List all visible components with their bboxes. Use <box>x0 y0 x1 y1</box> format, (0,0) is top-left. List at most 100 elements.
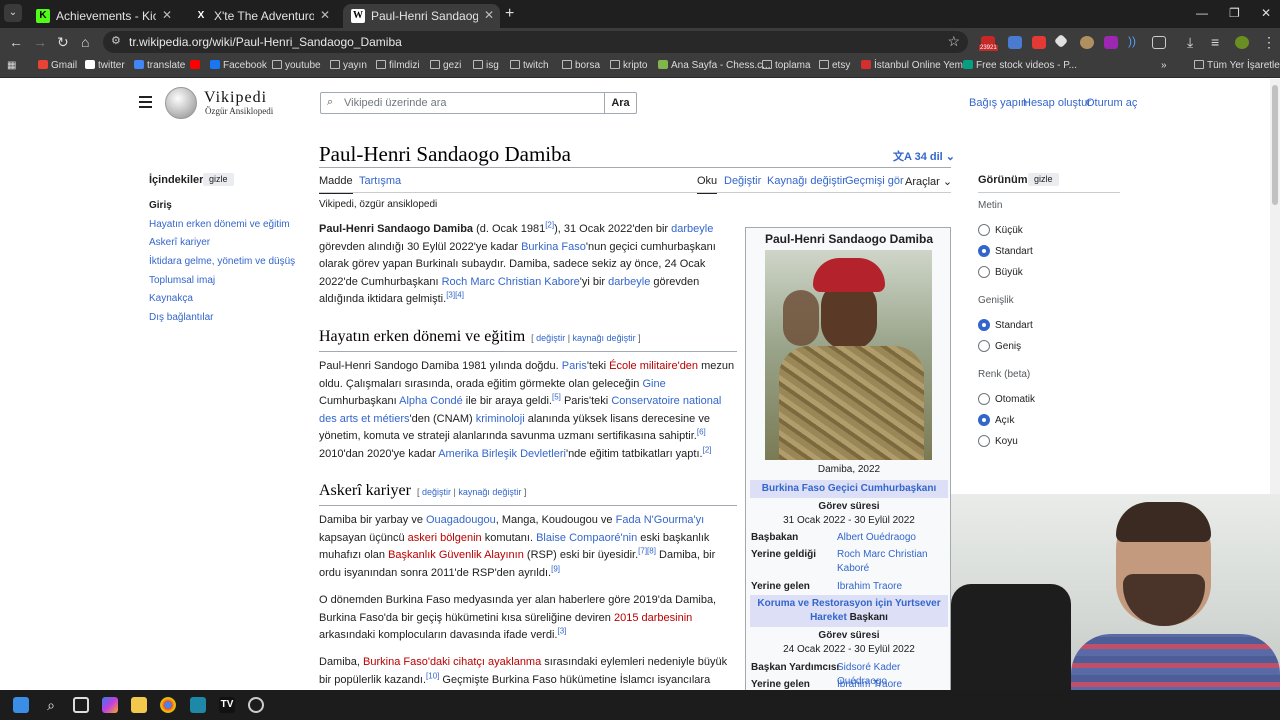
downloads-icon[interactable]: ⤓ <box>1187 34 1193 51</box>
windows-start-icon[interactable] <box>13 697 29 713</box>
diamond-extension-icon[interactable] <box>1053 33 1069 49</box>
chrome-icon[interactable] <box>160 697 176 713</box>
tab-search-icon[interactable]: ⌄ <box>4 4 22 22</box>
logo-title[interactable]: Vikipedi <box>204 89 267 107</box>
bookmark-filmdizi[interactable]: filmdizi <box>376 60 420 71</box>
extensions-puzzle-icon[interactable] <box>1152 36 1166 49</box>
translate-extension-icon[interactable] <box>1008 36 1022 49</box>
reload-icon[interactable]: ↻ <box>57 34 69 51</box>
toc-item[interactable]: İktidara gelme, yönetim ve düşüş <box>149 256 295 267</box>
apps-grid-icon[interactable]: ▦ <box>7 60 16 71</box>
tab-edit[interactable]: Değiştir <box>724 175 761 187</box>
bookmark-etsy[interactable]: etsy <box>819 60 850 71</box>
toc-item[interactable]: Toplumsal imaj <box>149 275 215 286</box>
app-icon[interactable] <box>190 697 206 713</box>
tab-read[interactable]: Oku <box>697 175 718 194</box>
toc-item[interactable]: Kaynakça <box>149 293 193 304</box>
all-bookmarks[interactable]: Tüm Yer İşaretleri <box>1194 60 1280 71</box>
bookmark-pexels[interactable]: Free stock videos - P... <box>963 60 1077 71</box>
audio-extension-icon[interactable]: )) <box>1128 34 1142 48</box>
language-button[interactable]: 文A 34 dil ⌄ <box>893 148 955 164</box>
row-value-link[interactable]: Roch Marc Christian Kaboré <box>837 548 947 576</box>
forward-icon[interactable]: → <box>33 34 47 50</box>
bookmark-isg[interactable]: isg <box>473 60 499 71</box>
toc-item[interactable]: Askerî kariyer <box>149 237 210 248</box>
new-tab-icon[interactable]: + <box>505 5 514 23</box>
bookmark-star-icon[interactable]: ☆ <box>947 33 960 50</box>
toc-item[interactable]: Giriş <box>149 200 172 211</box>
toc-item[interactable]: Hayatın erken dönemi ve eğitim <box>149 219 290 230</box>
toc-item[interactable]: Dış bağlantılar <box>149 312 213 323</box>
create-account-link[interactable]: Hesap oluştur <box>1023 97 1091 109</box>
close-window-icon[interactable]: ✕ <box>1261 6 1271 20</box>
bookmark-translate[interactable]: translate <box>134 60 185 71</box>
close-tab-icon[interactable]: ✕ <box>320 8 330 22</box>
radio-text-small[interactable]: Küçük <box>978 224 1023 236</box>
tab-edit-source[interactable]: Kaynağı değiştir <box>767 175 846 187</box>
toc-hide-button[interactable]: gizle <box>203 173 234 186</box>
bookmark-twitch[interactable]: twitch <box>510 60 549 71</box>
bookmark-gezi[interactable]: gezi <box>430 60 461 71</box>
adblock-extension-icon[interactable] <box>1032 36 1046 49</box>
radio-width-standard[interactable]: Standart <box>978 319 1033 331</box>
bookmark-kripto[interactable]: kripto <box>610 60 647 71</box>
copilot-icon[interactable] <box>102 697 118 713</box>
close-tab-icon[interactable]: ✕ <box>484 8 494 22</box>
bookmark-facebook[interactable]: Facebook <box>210 60 267 71</box>
radio-width-wide[interactable]: Geniş <box>978 340 1021 352</box>
tab-kick[interactable]: K Achievements - Kick Dashboard ✕ <box>28 4 178 28</box>
row-value-link[interactable]: Ibrahim Traore <box>837 678 947 690</box>
scrollbar-thumb[interactable] <box>1272 85 1278 205</box>
close-tab-icon[interactable]: ✕ <box>162 8 172 22</box>
office-band[interactable]: Koruma ve Restorasyon için Yurtsever Har… <box>750 595 948 627</box>
office-band[interactable]: Burkina Faso Geçici Cumhurbaşkanı <box>750 480 948 498</box>
tradingview-icon[interactable]: TV <box>219 697 235 713</box>
bookmark-borsa[interactable]: borsa <box>562 60 600 71</box>
donate-link[interactable]: Bağış yapın <box>969 97 1027 109</box>
maximize-icon[interactable]: ❐ <box>1229 6 1240 20</box>
bookmark-istanbul[interactable]: İstanbul Online Yem... <box>861 60 971 71</box>
back-icon[interactable]: ← <box>9 34 23 50</box>
radio-color-dark[interactable]: Koyu <box>978 435 1018 447</box>
minimize-icon[interactable]: — <box>1196 6 1208 20</box>
wikipedia-globe-logo[interactable] <box>165 87 197 119</box>
tab-x[interactable]: X X'te The Adventurous Soul: "Ib... ✕ <box>186 4 336 28</box>
bookmark-youtube[interactable]: youtube <box>272 60 321 71</box>
row-value-link[interactable]: Albert Ouédraogo <box>837 531 947 545</box>
bookmark-chess[interactable]: Ana Sayfa - Chess.c... <box>658 60 771 71</box>
tools-menu[interactable]: Araçlar ⌄ <box>905 175 952 188</box>
bookmark-gmail[interactable]: Gmail <box>38 60 77 71</box>
appearance-hide-button[interactable]: gizle <box>1028 173 1059 186</box>
radio-color-auto[interactable]: Otomatik <box>978 393 1035 405</box>
tab-history[interactable]: Geçmişi gör <box>845 175 904 187</box>
site-info-icon[interactable]: ⚙ <box>111 34 121 47</box>
media-controls-icon[interactable]: ≡ <box>1211 34 1219 50</box>
home-icon[interactable]: ⌂ <box>81 34 89 50</box>
tab-talk[interactable]: Tartışma <box>359 175 401 187</box>
main-menu-icon[interactable] <box>139 96 152 111</box>
radio-color-light[interactable]: Açık <box>978 414 1014 426</box>
row-value-link[interactable]: Ibrahim Traore <box>837 580 947 594</box>
radio-text-large[interactable]: Büyük <box>978 266 1023 278</box>
menu-kebab-icon[interactable]: ⋮ <box>1262 34 1276 51</box>
radio-text-standard[interactable]: Standart <box>978 245 1033 257</box>
tab-article[interactable]: Madde <box>319 175 353 194</box>
search-icon[interactable]: ⌕ <box>43 697 59 713</box>
address-bar[interactable]: ⚙ tr.wikipedia.org/wiki/Paul-Henri_Sanda… <box>103 31 968 53</box>
login-link[interactable]: Oturum aç <box>1086 97 1137 109</box>
search-input[interactable]: ⌕ Vikipedi üzerinde ara <box>320 92 605 114</box>
portrait-photo[interactable] <box>765 250 932 460</box>
tab-wikipedia[interactable]: W Paul-Henri Sandaogo Damiba - ✕ <box>343 4 500 28</box>
task-view-icon[interactable] <box>73 697 89 713</box>
bookmark-yayin[interactable]: yayın <box>330 60 367 71</box>
profile-avatar[interactable] <box>1235 36 1249 49</box>
obs-icon[interactable] <box>248 697 264 713</box>
bookmark-twitter[interactable]: twitter <box>85 60 125 71</box>
search-button[interactable]: Ara <box>604 92 637 114</box>
more-bookmarks-icon[interactable]: » <box>1161 60 1167 71</box>
coin-extension-icon[interactable] <box>1080 36 1094 49</box>
purple-extension-icon[interactable] <box>1104 36 1118 49</box>
file-explorer-icon[interactable] <box>131 697 147 713</box>
bookmark-toplama[interactable]: toplama <box>762 60 811 71</box>
bookmark-youtube-red[interactable] <box>190 60 203 71</box>
